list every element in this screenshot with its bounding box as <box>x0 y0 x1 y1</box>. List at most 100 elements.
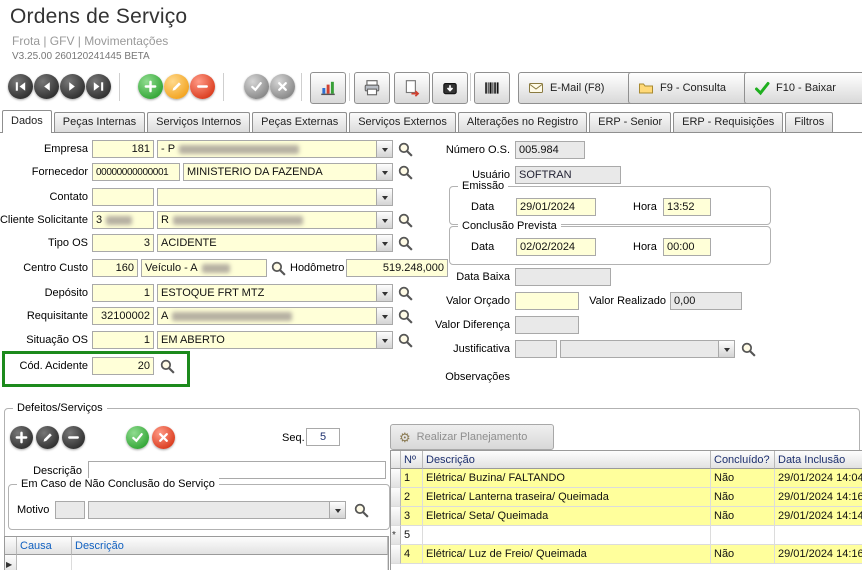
delete-button[interactable] <box>190 74 215 99</box>
cod-acidente-search-icon[interactable] <box>159 358 176 375</box>
chevron-down-icon[interactable] <box>376 235 392 251</box>
cell: 29/01/2024 14:16 <box>775 488 862 507</box>
contato-select[interactable] <box>157 188 393 206</box>
hodometro-input[interactable]: 519.248,000 <box>346 259 448 277</box>
valor-realizado-value: 0,00 <box>670 292 742 310</box>
table-row[interactable]: 3Eletrica/ Seta/ QueimadaNão29/01/2024 1… <box>391 507 862 526</box>
centro-custo-code-input[interactable]: 160 <box>92 259 138 277</box>
defeito-add-button[interactable] <box>10 426 33 449</box>
consulta-button[interactable]: F9 - Consulta <box>628 72 758 104</box>
empresa-select[interactable]: - P <box>157 140 393 158</box>
motivo-search-icon[interactable] <box>353 502 370 519</box>
emissao-group-title: Emissão <box>458 180 508 192</box>
cliente-code-input[interactable]: 3 <box>92 211 154 229</box>
situacao-os-search-icon[interactable] <box>397 332 414 349</box>
fornecedor-select[interactable]: MINISTERIO DA FAZENDA <box>183 163 393 181</box>
centro-custo-desc-input[interactable]: Veículo - A <box>141 259 267 277</box>
empresa-search-icon[interactable] <box>397 141 414 158</box>
justificativa-search-icon[interactable] <box>740 341 757 358</box>
export-button[interactable] <box>394 72 430 104</box>
defeito-delete-button[interactable] <box>62 426 85 449</box>
chevron-down-icon[interactable] <box>376 308 392 324</box>
centro-custo-search-icon[interactable] <box>270 260 287 277</box>
empresa-code-input[interactable]: 181 <box>92 140 154 158</box>
valor-orcado-input[interactable] <box>515 292 579 310</box>
fornecedor-search-icon[interactable] <box>397 164 414 181</box>
barcode-button[interactable] <box>474 72 510 104</box>
add-button[interactable] <box>138 74 163 99</box>
justificativa-select[interactable] <box>560 340 735 358</box>
toolbar-separator <box>119 73 121 101</box>
table-row[interactable]: ▶ <box>5 555 388 570</box>
table-row[interactable]: *5 <box>391 526 862 545</box>
deposito-select[interactable]: ESTOQUE FRT MTZ <box>157 284 393 302</box>
requisitante-code-input[interactable]: 32100002 <box>92 307 154 325</box>
cell <box>72 555 388 570</box>
realizar-planejamento-button[interactable]: ⚙Realizar Planejamento <box>390 424 554 450</box>
green-check-icon <box>754 80 770 96</box>
tab-altera-es-no-registro[interactable]: Alterações no Registro <box>458 112 587 132</box>
contato-code-input[interactable] <box>92 188 154 206</box>
chevron-down-icon[interactable] <box>376 189 392 205</box>
email-button[interactable]: E-Mail (F8) <box>518 72 640 104</box>
requisitante-select[interactable]: A <box>157 307 393 325</box>
deposito-code-input[interactable]: 1 <box>92 284 154 302</box>
chevron-down-icon[interactable] <box>376 164 392 180</box>
fornecedor-code-input[interactable]: 00000000000001 <box>92 163 180 181</box>
chart-button[interactable] <box>310 72 346 104</box>
tipo-os-select[interactable]: ACIDENTE <box>157 234 393 252</box>
motivo-select[interactable] <box>88 501 346 519</box>
tab-erp-requisi-es[interactable]: ERP - Requisições <box>673 112 783 132</box>
nav-next-button[interactable] <box>60 74 85 99</box>
nav-prev-button[interactable] <box>34 74 59 99</box>
motivo-code-input[interactable] <box>55 501 85 519</box>
table-row[interactable]: 4Elétrica/ Luz de Freio/ QueimadaNão29/0… <box>391 545 862 564</box>
defeito-confirm-button[interactable] <box>126 426 149 449</box>
plus-icon <box>143 79 158 94</box>
table-row[interactable]: 2Eletrica/ Lanterna traseira/ QueimadaNã… <box>391 488 862 507</box>
tab-servi-os-externos[interactable]: Serviços Externos <box>349 112 456 132</box>
tab-pe-as-externas[interactable]: Peças Externas <box>252 112 347 132</box>
capture-button[interactable] <box>432 72 468 104</box>
conclusao-data-input[interactable]: 02/02/2024 <box>516 238 596 256</box>
chevron-down-icon[interactable] <box>329 502 345 518</box>
requisitante-search-icon[interactable] <box>397 308 414 325</box>
chevron-down-icon[interactable] <box>376 212 392 228</box>
cod-acidente-input[interactable]: 20 <box>92 357 154 375</box>
chevron-down-icon[interactable] <box>718 341 734 357</box>
justificativa-code-input[interactable] <box>515 340 557 358</box>
tab-dados[interactable]: Dados <box>2 110 52 133</box>
defeito-descricao-input[interactable] <box>88 461 386 479</box>
seq-input[interactable]: 5 <box>306 428 340 446</box>
conclusao-hora-input[interactable]: 00:00 <box>663 238 711 256</box>
defeito-cancel-button[interactable] <box>152 426 175 449</box>
nav-last-button[interactable] <box>86 74 111 99</box>
chevron-down-icon[interactable] <box>376 332 392 348</box>
situacao-os-select[interactable]: EM ABERTO <box>157 331 393 349</box>
close-icon <box>275 79 290 94</box>
cancel-button[interactable] <box>270 74 295 99</box>
edit-button[interactable] <box>164 74 189 99</box>
cliente-select[interactable]: R <box>157 211 393 229</box>
deposito-search-icon[interactable] <box>397 285 414 302</box>
confirm-button[interactable] <box>244 74 269 99</box>
print-button[interactable] <box>354 72 390 104</box>
baixar-button[interactable]: F10 - Baixar <box>744 72 862 104</box>
cell <box>391 545 401 564</box>
cliente-search-icon[interactable] <box>397 212 414 229</box>
emissao-hora-input[interactable]: 13:52 <box>663 198 711 216</box>
tipo-os-search-icon[interactable] <box>397 235 414 252</box>
tab-servi-os-internos[interactable]: Serviços Internos <box>147 112 250 132</box>
nav-first-button[interactable] <box>8 74 33 99</box>
tab-erp-senior[interactable]: ERP - Senior <box>589 112 671 132</box>
tab-filtros[interactable]: Filtros <box>785 112 833 132</box>
tab-pe-as-internas[interactable]: Peças Internas <box>54 112 145 132</box>
situacao-os-code-input[interactable]: 1 <box>92 331 154 349</box>
tipo-os-code-input[interactable]: 3 <box>92 234 154 252</box>
table-row[interactable]: 1Elétrica/ Buzina/ FALTANDONão29/01/2024… <box>391 469 862 488</box>
hodometro-label: Hodômetro <box>290 262 344 274</box>
chevron-down-icon[interactable] <box>376 141 392 157</box>
defeito-edit-button[interactable] <box>36 426 59 449</box>
emissao-data-input[interactable]: 29/01/2024 <box>516 198 596 216</box>
chevron-down-icon[interactable] <box>376 285 392 301</box>
